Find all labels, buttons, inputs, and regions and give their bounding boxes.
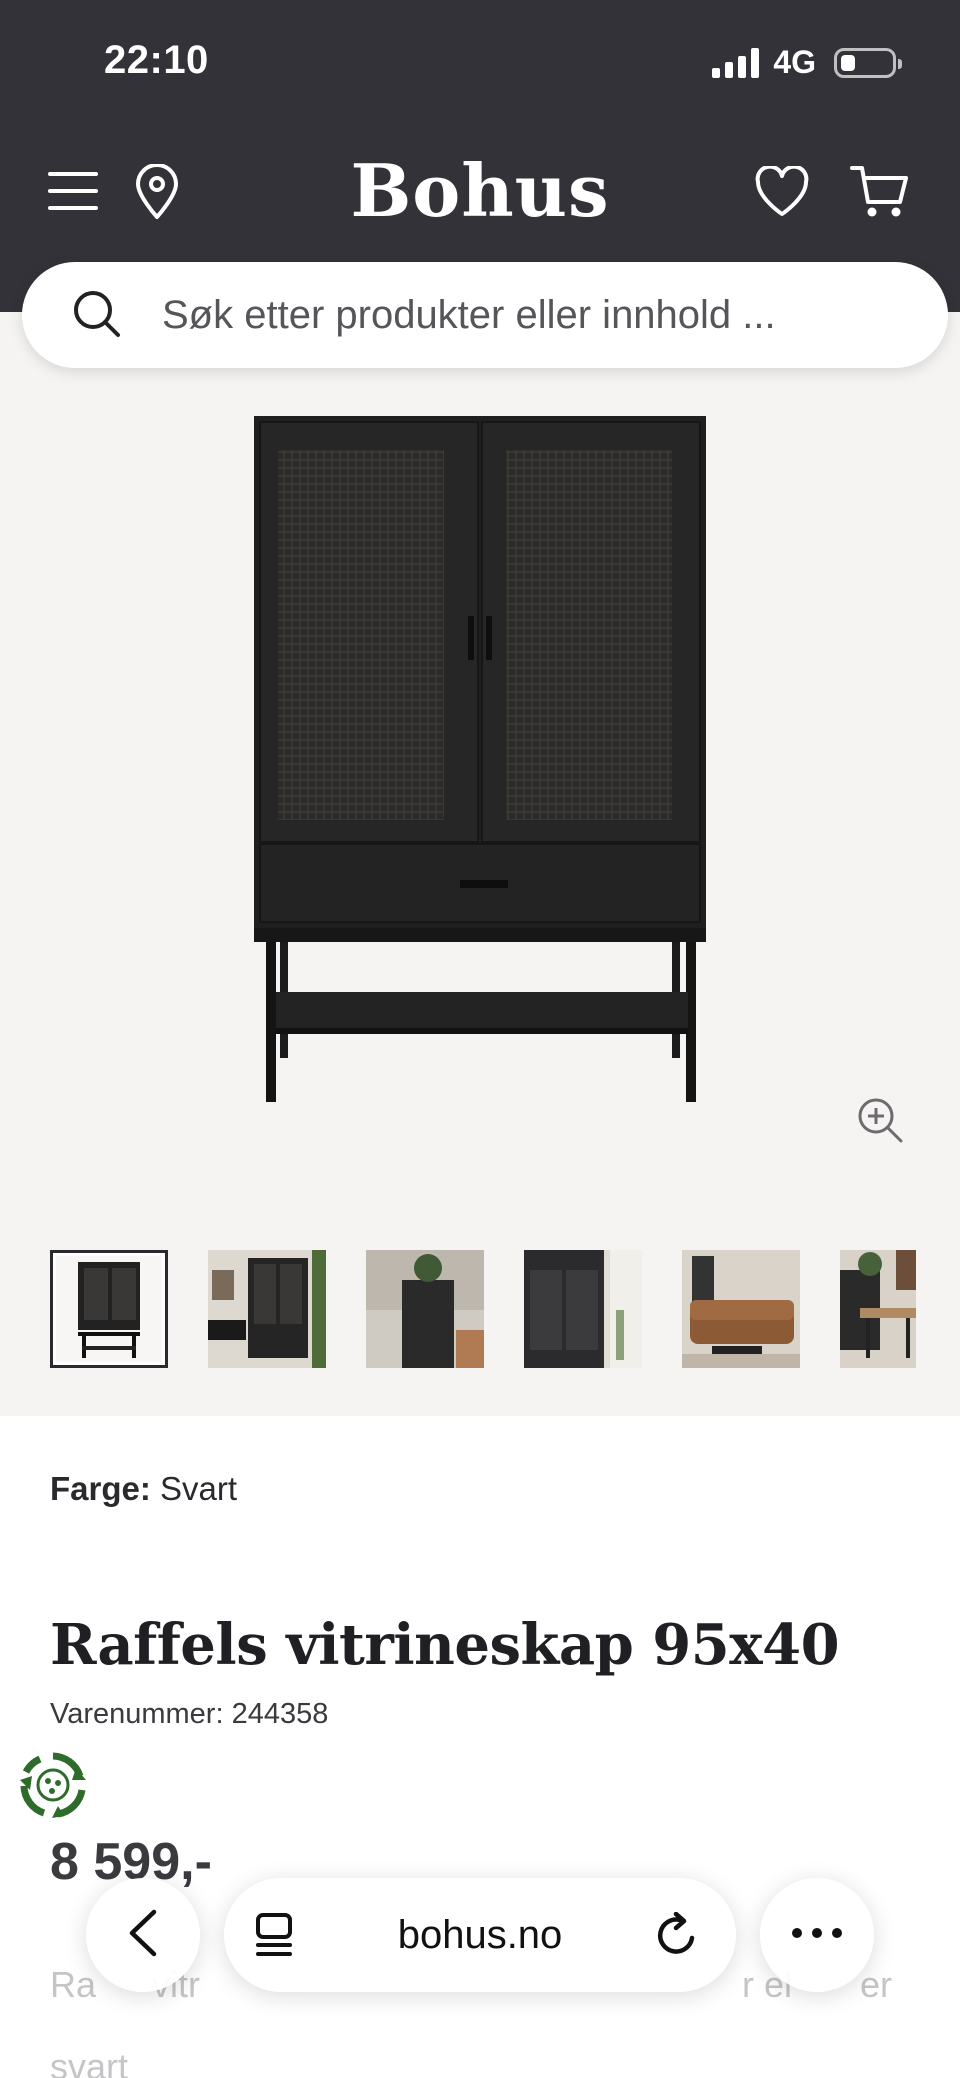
- battery-icon: [834, 47, 902, 78]
- network-type: 4G: [773, 44, 816, 80]
- sku-line: Varenummer: 244358: [50, 1698, 328, 1731]
- reload-icon[interactable]: [656, 1911, 700, 1963]
- search-icon[interactable]: [72, 289, 122, 344]
- sku-value: 244358: [231, 1698, 329, 1730]
- thumbnail[interactable]: [208, 1250, 326, 1368]
- heart-icon[interactable]: [754, 164, 810, 223]
- brand-logo[interactable]: Bohus: [0, 148, 960, 233]
- description-line: svart: [50, 2046, 129, 2078]
- browser-address-bar[interactable]: bohus.no: [224, 1878, 736, 1992]
- search-input[interactable]: [162, 282, 902, 348]
- browser-url[interactable]: bohus.no: [398, 1913, 563, 1958]
- thumbnail-strip: [50, 1250, 916, 1368]
- thumbnail[interactable]: [366, 1250, 484, 1368]
- browser-more-button[interactable]: [760, 1878, 874, 1992]
- color-value: Svart: [160, 1470, 238, 1507]
- color-label: Farge:: [50, 1470, 151, 1507]
- tabs-icon[interactable]: [254, 1912, 294, 1963]
- thumbnail[interactable]: [50, 1250, 168, 1368]
- signal-icon: [712, 47, 760, 78]
- zoom-icon[interactable]: [856, 1096, 904, 1149]
- thumbnail[interactable]: [524, 1250, 642, 1368]
- sku-label: Varenummer:: [50, 1698, 224, 1730]
- status-time: 22:10: [104, 38, 209, 82]
- search-bar[interactable]: [22, 262, 948, 368]
- product-title: Raffels vitrineskap 95x40: [50, 1612, 840, 1678]
- product-gallery: [0, 312, 960, 1416]
- eco-badge-icon[interactable]: [18, 1750, 88, 1825]
- browser-back-button[interactable]: [86, 1878, 200, 1992]
- status-indicators: 4G: [712, 44, 902, 81]
- chevron-left-icon: [126, 1908, 160, 1963]
- thumbnail[interactable]: [682, 1250, 800, 1368]
- product-image[interactable]: [240, 416, 720, 1121]
- description-fragment: Ra: [50, 1964, 97, 2005]
- color-selection: Farge: Svart: [50, 1470, 237, 1508]
- more-dots-icon: [791, 1926, 843, 1944]
- thumbnail[interactable]: [840, 1250, 916, 1368]
- cart-icon[interactable]: [850, 164, 910, 225]
